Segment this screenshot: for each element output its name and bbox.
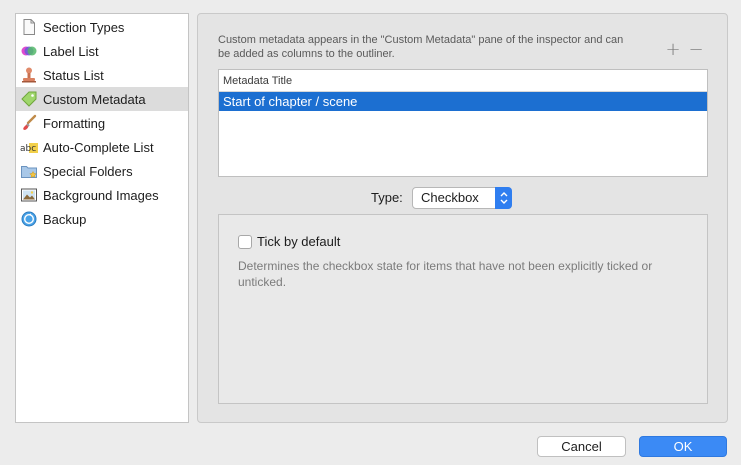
sidebar-item-label: Label List bbox=[43, 43, 99, 59]
sidebar-item-label: Section Types bbox=[43, 19, 125, 35]
color-circles-icon bbox=[20, 42, 38, 60]
metadata-title-column-header[interactable]: Metadata Title bbox=[219, 70, 707, 92]
document-icon bbox=[20, 18, 38, 36]
sidebar-item-label: Backup bbox=[43, 211, 87, 227]
remove-metadata-button[interactable]: − bbox=[688, 41, 704, 59]
paintbrush-icon bbox=[20, 114, 38, 132]
sidebar-item-label: Background Images bbox=[43, 187, 159, 203]
sidebar-item-auto-complete-list[interactable]: abc Auto-Complete List bbox=[16, 135, 188, 159]
sidebar-item-custom-metadata[interactable]: Custom Metadata bbox=[16, 87, 188, 111]
backup-icon bbox=[20, 210, 38, 228]
sidebar-item-formatting[interactable]: Formatting bbox=[16, 111, 188, 135]
sidebar-item-label-list[interactable]: Label List bbox=[16, 39, 188, 63]
ok-button[interactable]: OK bbox=[639, 436, 727, 457]
sidebar-item-label: Auto-Complete List bbox=[43, 139, 154, 155]
type-select[interactable]: Checkbox bbox=[412, 187, 512, 209]
folder-star-icon bbox=[20, 162, 38, 180]
settings-sidebar: Section Types Label List Status List Cus… bbox=[15, 13, 189, 423]
cancel-button[interactable]: Cancel bbox=[537, 436, 626, 457]
sidebar-item-label: Status List bbox=[43, 67, 104, 83]
sidebar-item-background-images[interactable]: Background Images bbox=[16, 183, 188, 207]
sidebar-item-label: Custom Metadata bbox=[43, 91, 146, 107]
table-row[interactable]: Start of chapter / scene bbox=[219, 92, 707, 111]
sidebar-item-section-types[interactable]: Section Types bbox=[16, 15, 188, 39]
panel-description: Custom metadata appears in the "Custom M… bbox=[218, 34, 624, 60]
tick-by-default-label: Tick by default bbox=[257, 234, 341, 249]
custom-metadata-panel: Custom metadata appears in the "Custom M… bbox=[197, 13, 728, 423]
metadata-table[interactable]: Metadata Title Start of chapter / scene bbox=[218, 69, 708, 177]
select-stepper-icon bbox=[495, 187, 512, 209]
sidebar-item-backup[interactable]: Backup bbox=[16, 207, 188, 231]
stamp-icon bbox=[20, 66, 38, 84]
type-select-value: Checkbox bbox=[421, 190, 479, 205]
image-icon bbox=[20, 186, 38, 204]
sidebar-item-label: Formatting bbox=[43, 115, 106, 131]
sidebar-item-special-folders[interactable]: Special Folders bbox=[16, 159, 188, 183]
svg-text:abc: abc bbox=[20, 144, 36, 154]
type-options-box: Tick by default Determines the checkbox … bbox=[218, 214, 708, 404]
sidebar-item-label: Special Folders bbox=[43, 163, 133, 179]
checkbox-help-text: Determines the checkbox state for items … bbox=[238, 259, 653, 289]
add-metadata-button[interactable]: + bbox=[665, 41, 681, 59]
tick-by-default-checkbox[interactable] bbox=[238, 234, 252, 249]
abc-icon: abc bbox=[20, 138, 38, 156]
type-label: Type: bbox=[371, 190, 403, 205]
tick-by-default-row[interactable]: Tick by default bbox=[238, 234, 340, 249]
sidebar-item-status-list[interactable]: Status List bbox=[16, 63, 188, 87]
tag-icon bbox=[20, 90, 38, 108]
